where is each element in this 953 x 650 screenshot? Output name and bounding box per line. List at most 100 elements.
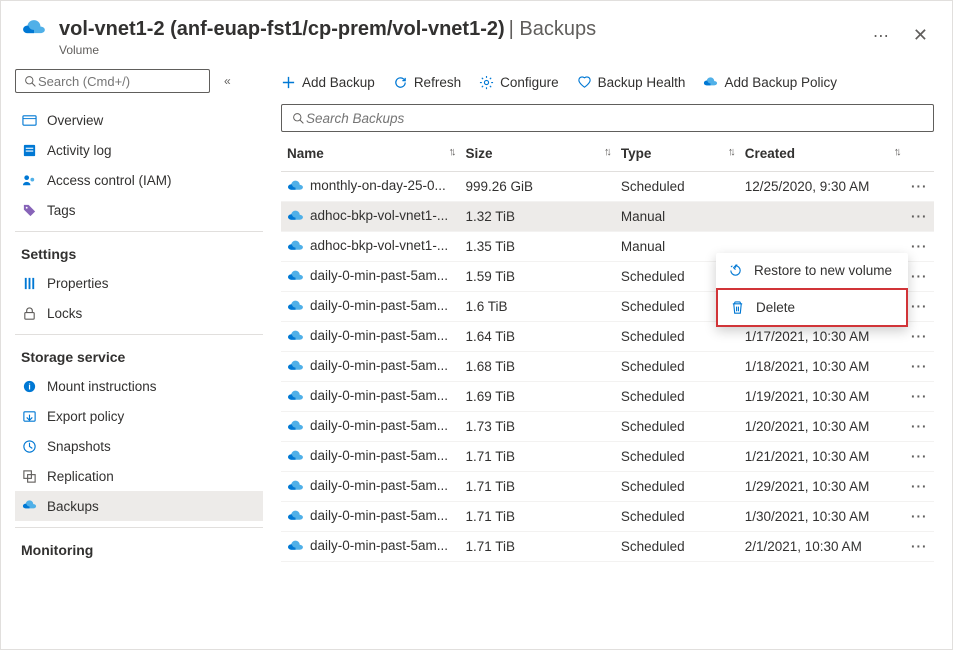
- row-menu-button[interactable]: ···: [905, 202, 934, 232]
- delete-icon: [730, 300, 746, 315]
- replication-icon: [21, 468, 37, 484]
- backup-icon: [287, 328, 304, 345]
- add-backup-button[interactable]: Add Backup: [281, 75, 375, 90]
- refresh-button[interactable]: Refresh: [393, 75, 461, 90]
- row-menu-button[interactable]: ···: [905, 532, 934, 562]
- cell-size: 1.69 TiB: [459, 382, 614, 412]
- row-menu-button[interactable]: ···: [905, 322, 934, 352]
- sidebar-item-label: Access control (IAM): [47, 173, 172, 188]
- export-icon: [21, 408, 37, 424]
- sidebar-item-iam[interactable]: Access control (IAM): [15, 165, 263, 195]
- backup-health-button[interactable]: Backup Health: [577, 75, 686, 90]
- backup-icon: [287, 238, 304, 255]
- cell-created: [739, 202, 905, 232]
- close-button[interactable]: ✕: [909, 21, 932, 50]
- row-menu-button[interactable]: ···: [905, 382, 934, 412]
- cell-created: 2/1/2021, 10:30 AM: [739, 532, 905, 562]
- sidebar-search[interactable]: [15, 69, 210, 93]
- table-row[interactable]: daily-0-min-past-5am...1.71 TiBScheduled…: [281, 472, 934, 502]
- page-subtitle: Volume: [59, 43, 869, 57]
- cell-name: daily-0-min-past-5am...: [281, 502, 459, 532]
- cell-size: 1.59 TiB: [459, 262, 614, 292]
- cell-size: 1.73 TiB: [459, 412, 614, 442]
- backups-table: Name↑↓ Size↑↓ Type↑↓ Created↑↓ monthly-o…: [281, 136, 934, 562]
- section-settings: Settings: [15, 232, 263, 268]
- section-storage: Storage service: [15, 335, 263, 371]
- cell-name: daily-0-min-past-5am...: [281, 442, 459, 472]
- table-row[interactable]: daily-0-min-past-5am...1.71 TiBScheduled…: [281, 442, 934, 472]
- column-type[interactable]: Type↑↓: [615, 136, 739, 172]
- column-name[interactable]: Name↑↓: [281, 136, 459, 172]
- table-row[interactable]: daily-0-min-past-5am...1.71 TiBScheduled…: [281, 532, 934, 562]
- row-menu-button[interactable]: ···: [905, 292, 934, 322]
- row-menu-button[interactable]: ···: [905, 472, 934, 502]
- volume-icon: [21, 17, 49, 45]
- backups-filter-input[interactable]: [306, 111, 925, 126]
- row-menu-button[interactable]: ···: [905, 352, 934, 382]
- cell-size: 1.71 TiB: [459, 502, 614, 532]
- table-row[interactable]: daily-0-min-past-5am...1.69 TiBScheduled…: [281, 382, 934, 412]
- cell-created: 1/29/2021, 10:30 AM: [739, 472, 905, 502]
- cell-type: Scheduled: [615, 442, 739, 472]
- sidebar-item-snapshots[interactable]: Snapshots: [15, 431, 263, 461]
- cell-name: daily-0-min-past-5am...: [281, 352, 459, 382]
- sidebar-item-overview[interactable]: Overview: [15, 105, 263, 135]
- cell-size: 1.71 TiB: [459, 442, 614, 472]
- table-row[interactable]: daily-0-min-past-5am...1.71 TiBScheduled…: [281, 502, 934, 532]
- sidebar-item-activity[interactable]: Activity log: [15, 135, 263, 165]
- sidebar-item-export[interactable]: Export policy: [15, 401, 263, 431]
- column-size[interactable]: Size↑↓: [459, 136, 614, 172]
- refresh-icon: [393, 75, 408, 90]
- activity-icon: [21, 142, 37, 158]
- row-menu-button[interactable]: ···: [905, 442, 934, 472]
- row-menu-button[interactable]: ···: [905, 502, 934, 532]
- cell-created: 1/30/2021, 10:30 AM: [739, 502, 905, 532]
- add-policy-button[interactable]: Add Backup Policy: [703, 75, 837, 90]
- overview-icon: [21, 112, 37, 128]
- cell-name: daily-0-min-past-5am...: [281, 292, 459, 322]
- sort-icon: ↑↓: [728, 146, 733, 158]
- row-menu-button[interactable]: ···: [905, 232, 934, 262]
- heart-icon: [577, 75, 592, 90]
- cell-size: 999.26 GiB: [459, 172, 614, 202]
- cell-created: 1/18/2021, 10:30 AM: [739, 352, 905, 382]
- backup-icon: [287, 298, 304, 315]
- sidebar-item-locks[interactable]: Locks: [15, 298, 263, 328]
- cell-name: adhoc-bkp-vol-vnet1-...: [281, 202, 459, 232]
- restore-icon: [728, 263, 744, 278]
- cell-name: daily-0-min-past-5am...: [281, 262, 459, 292]
- backups-filter[interactable]: [281, 104, 934, 132]
- backup-icon: [287, 208, 304, 225]
- column-created[interactable]: Created↑↓: [739, 136, 905, 172]
- cell-type: Scheduled: [615, 352, 739, 382]
- sidebar-item-backups[interactable]: Backups: [15, 491, 263, 521]
- collapse-sidebar-button[interactable]: «: [224, 74, 231, 88]
- sidebar-search-input[interactable]: [38, 74, 203, 89]
- table-row[interactable]: adhoc-bkp-vol-vnet1-...1.32 TiBManual···: [281, 202, 934, 232]
- search-icon: [22, 73, 38, 89]
- row-menu-button[interactable]: ···: [905, 412, 934, 442]
- more-actions-button[interactable]: ⋯: [869, 22, 893, 50]
- sidebar-item-replication[interactable]: Replication: [15, 461, 263, 491]
- table-row[interactable]: daily-0-min-past-5am...1.73 TiBScheduled…: [281, 412, 934, 442]
- cell-type: Scheduled: [615, 382, 739, 412]
- cell-created: 1/20/2021, 10:30 AM: [739, 412, 905, 442]
- context-restore[interactable]: Restore to new volume: [716, 253, 908, 288]
- cell-created: 12/25/2020, 9:30 AM: [739, 172, 905, 202]
- sidebar-item-properties[interactable]: Properties: [15, 268, 263, 298]
- svg-text:i: i: [28, 381, 30, 391]
- backup-icon: [287, 268, 304, 285]
- sidebar-item-label: Mount instructions: [47, 379, 157, 394]
- sidebar-item-tags[interactable]: Tags: [15, 195, 263, 225]
- context-delete[interactable]: Delete: [716, 288, 908, 327]
- row-menu-button[interactable]: ···: [905, 172, 934, 202]
- configure-button[interactable]: Configure: [479, 75, 559, 90]
- row-menu-button[interactable]: ···: [905, 262, 934, 292]
- table-row[interactable]: monthly-on-day-25-0...999.26 GiBSchedule…: [281, 172, 934, 202]
- cell-type: Scheduled: [615, 532, 739, 562]
- cell-created: 1/19/2021, 10:30 AM: [739, 382, 905, 412]
- cell-name: daily-0-min-past-5am...: [281, 322, 459, 352]
- table-row[interactable]: daily-0-min-past-5am...1.68 TiBScheduled…: [281, 352, 934, 382]
- mount-icon: i: [21, 378, 37, 394]
- sidebar-item-mount[interactable]: i Mount instructions: [15, 371, 263, 401]
